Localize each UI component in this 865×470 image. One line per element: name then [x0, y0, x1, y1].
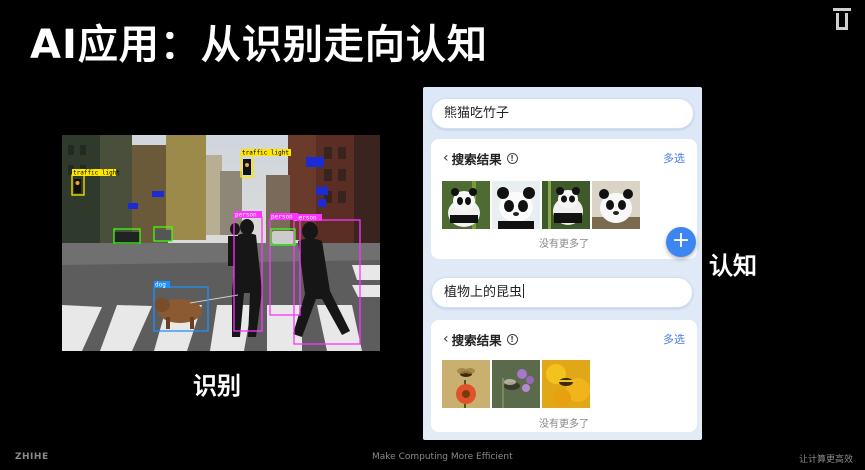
- panda-thumbnail[interactable]: [592, 181, 640, 229]
- footer-slogan: Make Computing More Efficient: [372, 452, 513, 462]
- back-chevron-icon[interactable]: ‹: [443, 331, 449, 347]
- search-input[interactable]: 植物上的昆虫: [431, 277, 693, 308]
- detection-label: person: [295, 215, 317, 222]
- results-label: 搜索结果: [451, 151, 502, 167]
- result-thumbnails: [442, 360, 590, 408]
- no-more-results: 没有更多了: [539, 419, 589, 430]
- info-icon[interactable]: !: [506, 333, 518, 345]
- text-cursor: [523, 284, 525, 298]
- no-more-results: 没有更多了: [539, 239, 589, 250]
- detection-label: person: [235, 212, 257, 219]
- results-header: ‹ 搜索结果 !: [443, 149, 518, 167]
- panda-thumbnail[interactable]: [542, 181, 590, 229]
- insect-thumbnail[interactable]: [442, 360, 490, 408]
- detection-label: dog: [155, 282, 166, 289]
- results-header: ‹ 搜索结果 !: [443, 330, 518, 348]
- back-chevron-icon[interactable]: ‹: [443, 150, 449, 166]
- info-icon[interactable]: !: [506, 152, 518, 164]
- object-detection-image: traffic light traffic light dog person p…: [62, 135, 380, 351]
- footer-tagline: 让计算更高效: [798, 455, 853, 465]
- panda-thumbnail[interactable]: [492, 181, 540, 229]
- add-button[interactable]: +: [666, 227, 696, 257]
- logo-icon: [833, 8, 851, 30]
- results-label: 搜索结果: [451, 332, 502, 348]
- phone-search-demo: 熊猫吃竹子 ‹ 搜索结果 ! 多选 没有更多了 + 植物上的昆虫 ‹ 搜索结果 …: [423, 87, 702, 440]
- insect-thumbnail[interactable]: [542, 360, 590, 408]
- detection-label: traffic light: [73, 170, 120, 177]
- search-input[interactable]: 熊猫吃竹子: [431, 98, 694, 129]
- result-thumbnails: [442, 181, 640, 229]
- detection-label: person: [271, 214, 293, 221]
- search-results-card: ‹ 搜索结果 ! 多选 没有更多了: [431, 139, 697, 259]
- panda-thumbnail[interactable]: [442, 181, 490, 229]
- search-results-card: ‹ 搜索结果 ! 多选 没有更多了: [431, 320, 697, 432]
- recognition-caption: 识别: [193, 372, 241, 400]
- multi-select-button[interactable]: 多选: [663, 150, 685, 166]
- insect-thumbnail[interactable]: [492, 360, 540, 408]
- slide-title: AI应用：从识别走向认知: [30, 22, 488, 68]
- multi-select-button[interactable]: 多选: [663, 331, 685, 347]
- footer-brand: ZHIHE: [15, 452, 49, 462]
- detection-label: traffic light: [242, 150, 289, 157]
- cognition-caption: 认知: [709, 252, 757, 280]
